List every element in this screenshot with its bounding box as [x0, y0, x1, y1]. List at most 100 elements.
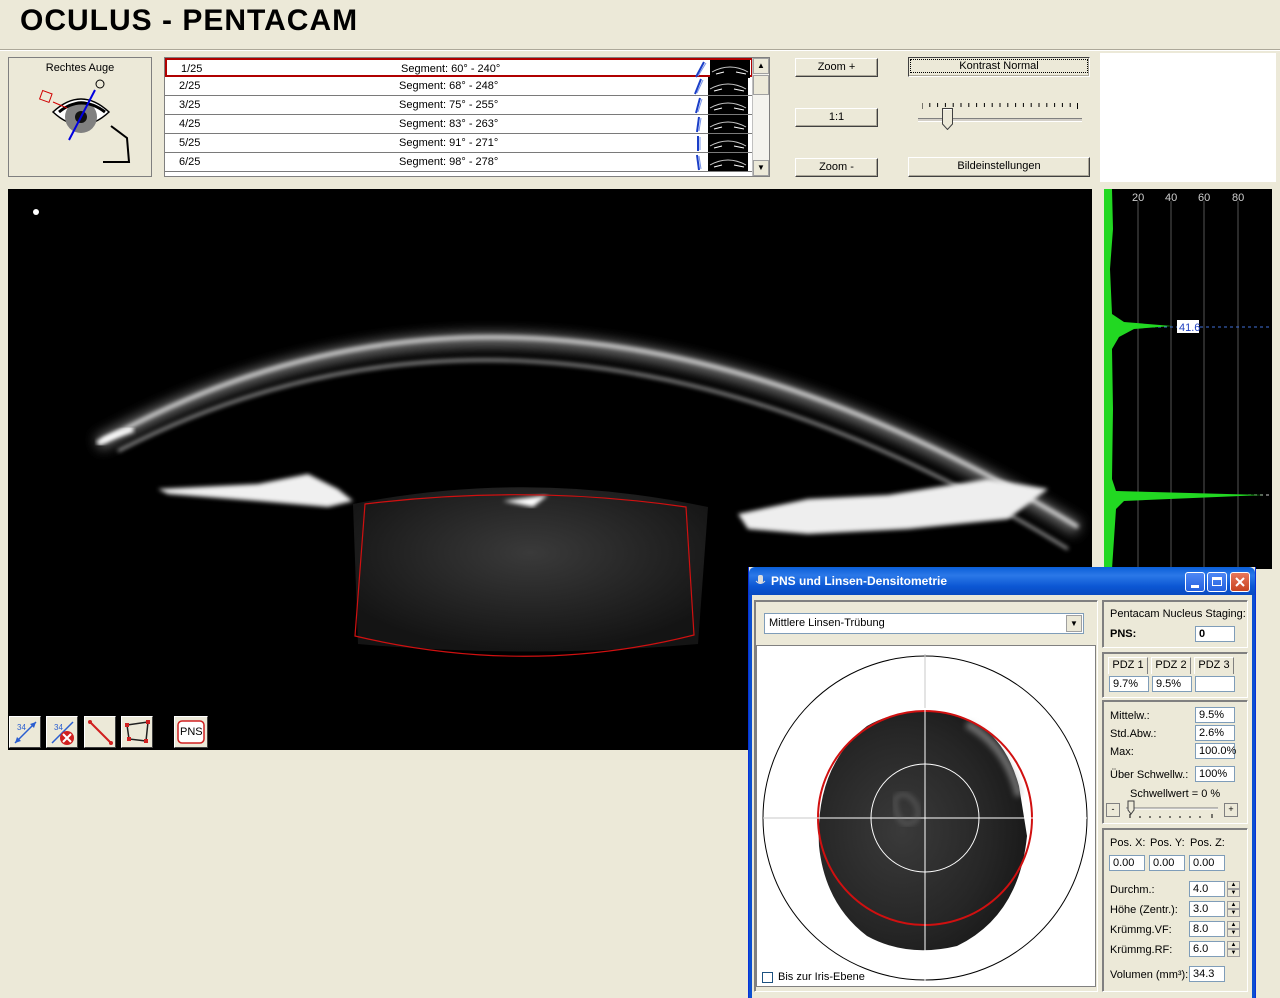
angle-icon: [696, 154, 702, 171]
diameter-label: Durchm.:: [1110, 884, 1155, 896]
dialog-title: PNS und Linsen-Densitometrie: [771, 574, 948, 588]
pos-y-label: Pos. Y:: [1150, 837, 1185, 849]
curvature-back-stepper[interactable]: ▲ ▼: [1227, 941, 1240, 958]
list-item[interactable]: 5/25 Segment: 91° - 271°: [165, 134, 753, 153]
threshold-increase-button[interactable]: +: [1224, 803, 1238, 817]
svg-text:34: 34: [17, 723, 26, 732]
height-stepper[interactable]: ▲ ▼: [1227, 901, 1240, 918]
graph-tick: 40: [1165, 192, 1177, 204]
minimize-icon[interactable]: [1185, 572, 1205, 592]
max-field[interactable]: 100.0%: [1195, 743, 1236, 759]
pdz1-field[interactable]: 9.7%: [1109, 676, 1149, 692]
pns-field[interactable]: 0: [1195, 626, 1235, 642]
measure-tool-button[interactable]: 34: [9, 716, 41, 748]
segment-range: Segment: 68° - 248°: [399, 80, 499, 92]
curvature-front-label: Krümmg.VF:: [1110, 924, 1172, 936]
preview-panel: [1100, 53, 1276, 182]
scroll-up-icon[interactable]: ▲: [753, 58, 769, 74]
scroll-down-icon[interactable]: ▼: [753, 160, 769, 176]
contrast-slider-thumb[interactable]: [941, 108, 953, 130]
contrast-label: Kontrast Normal: [910, 59, 1088, 73]
curvature-back-label: Krümmg.RF:: [1110, 944, 1173, 956]
line-icon: [88, 720, 113, 745]
volume-field[interactable]: 34.3: [1189, 966, 1225, 982]
segment-thumbnail: [708, 77, 748, 95]
segment-range: Segment: 60° - 240°: [401, 63, 501, 75]
list-item[interactable]: 3/25 Segment: 75° - 255°: [165, 96, 753, 115]
segment-list[interactable]: 1/25 Segment: 60° - 240° 2/25 Segment: 6…: [164, 57, 770, 177]
pdz2-field[interactable]: 9.5%: [1152, 676, 1192, 692]
pns-button-label: PNS: [180, 726, 203, 738]
above-threshold-label: Über Schwellw.:: [1110, 769, 1189, 781]
list-item[interactable]: 2/25 Segment: 68° - 248°: [165, 77, 753, 96]
pos-y-field[interactable]: 0.00: [1149, 855, 1185, 871]
segment-index: 6/25: [179, 156, 201, 168]
microphone-icon: [755, 575, 766, 584]
contrast-button[interactable]: Kontrast Normal: [908, 57, 1090, 77]
diameter-field[interactable]: 4.0: [1189, 881, 1225, 897]
max-label: Max:: [1110, 746, 1134, 758]
zoom-reset-button[interactable]: 1:1: [795, 108, 878, 127]
pos-x-field[interactable]: 0.00: [1109, 855, 1145, 871]
line-tool-button[interactable]: [84, 716, 116, 748]
close-icon[interactable]: [1230, 572, 1250, 592]
delete-measure-button[interactable]: 34: [46, 716, 78, 748]
diameter-stepper[interactable]: ▲ ▼: [1227, 881, 1240, 898]
segment-index: 1/25: [181, 63, 203, 75]
segment-thumbnail: [708, 153, 748, 171]
curvature-front-field[interactable]: 8.0: [1189, 921, 1225, 937]
angle-icon: [697, 136, 701, 151]
pos-z-label: Pos. Z:: [1190, 837, 1225, 849]
curvature-back-field[interactable]: 6.0: [1189, 941, 1225, 957]
iris-plane-checkbox[interactable]: [762, 972, 773, 983]
pdz3-field[interactable]: [1195, 676, 1235, 692]
pns-label: PNS:: [1110, 628, 1137, 640]
above-threshold-field[interactable]: 100%: [1195, 766, 1235, 782]
list-item[interactable]: 1/25 Segment: 60° - 240°: [165, 58, 753, 78]
volume-label: Volumen (mm³):: [1110, 969, 1189, 981]
dialog-titlebar[interactable]: PNS und Linsen-Densitometrie: [749, 567, 1255, 595]
threshold-label: Schwellwert = 0 %: [1130, 788, 1221, 800]
tab-pdz2[interactable]: PDZ 2: [1151, 657, 1191, 674]
measure-icon: 34: [14, 721, 37, 744]
delete-measure-icon: 34: [51, 721, 74, 745]
list-item[interactable]: 6/25 Segment: 98° - 278°: [165, 153, 753, 172]
curvature-front-stepper[interactable]: ▲ ▼: [1227, 921, 1240, 938]
std-field[interactable]: 2.6%: [1195, 725, 1235, 741]
segment-index: 3/25: [179, 99, 201, 111]
iris-plane-label: Bis zur Iris-Ebene: [778, 971, 865, 983]
lens-density-map[interactable]: [756, 645, 1096, 987]
std-label: Std.Abw.:: [1110, 728, 1157, 740]
pos-z-field[interactable]: 0.00: [1189, 855, 1225, 871]
segment-thumbnail: [708, 134, 748, 152]
maximize-icon[interactable]: [1207, 572, 1227, 592]
graph-tick: 20: [1132, 192, 1144, 204]
image-settings-button[interactable]: Bildeinstellungen: [908, 157, 1090, 177]
mean-label: Mittelw.:: [1110, 710, 1150, 722]
chevron-down-icon[interactable]: ▼: [1066, 615, 1082, 632]
zoom-in-button[interactable]: Zoom +: [795, 58, 878, 77]
threshold-decrease-button[interactable]: -: [1106, 803, 1120, 817]
angle-icon: [695, 61, 707, 78]
density-profile-canvas: 20 40 60 80 41.6: [1104, 189, 1272, 569]
tab-pdz3[interactable]: PDZ 3: [1194, 657, 1234, 674]
scroll-thumb[interactable]: [753, 75, 769, 95]
lens-density-canvas: [762, 654, 1088, 982]
segment-range: Segment: 91° - 271°: [399, 137, 499, 149]
density-profile-graph: 20 40 60 80 41.6: [1104, 189, 1272, 569]
list-item[interactable]: 4/25 Segment: 83° - 263°: [165, 115, 753, 134]
threshold-slider[interactable]: [1124, 800, 1220, 822]
svg-text:34: 34: [54, 723, 63, 732]
pns-button[interactable]: PNS: [174, 716, 208, 748]
height-field[interactable]: 3.0: [1189, 901, 1225, 917]
mode-select[interactable]: Mittlere Linsen-Trübung ▼: [764, 613, 1084, 634]
segment-scrollbar[interactable]: ▲ ▼: [752, 58, 769, 176]
height-label: Höhe (Zentr.):: [1110, 904, 1178, 916]
segment-thumbnail: [708, 96, 748, 114]
staging-header: Pentacam Nucleus Staging:: [1110, 608, 1246, 620]
mean-field[interactable]: 9.5%: [1195, 707, 1235, 723]
tab-pdz1[interactable]: PDZ 1: [1108, 657, 1148, 674]
eye-icon: [38, 79, 131, 163]
zoom-out-button[interactable]: Zoom -: [795, 158, 878, 177]
area-tool-button[interactable]: [121, 716, 153, 748]
